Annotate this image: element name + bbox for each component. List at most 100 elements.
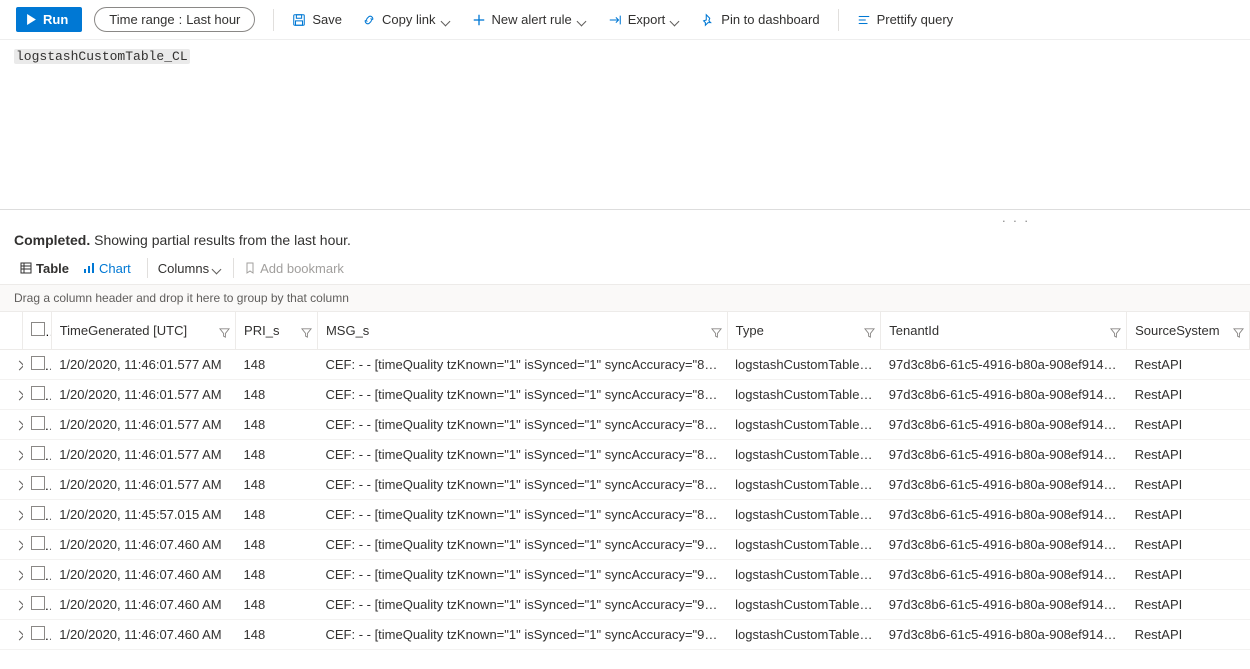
new-alert-rule-button[interactable]: New alert rule	[464, 8, 596, 31]
header-time[interactable]: TimeGenerated [UTC]	[51, 312, 235, 350]
columns-button[interactable]: Columns	[158, 261, 223, 276]
checkbox-cell[interactable]	[23, 620, 52, 650]
export-button[interactable]: Export	[600, 8, 690, 31]
table-row[interactable]: 1/20/2020, 11:46:01.577 AM148CEF: - - [t…	[0, 410, 1250, 440]
time-range-picker[interactable]: Time range : Last hour	[94, 7, 255, 32]
expand-cell[interactable]	[0, 530, 23, 560]
cell-tenant: 97d3c8b6-61c5-4916-b80a-908ef914d134	[881, 560, 1127, 590]
expand-cell[interactable]	[0, 560, 23, 590]
chevron-right-icon	[16, 477, 23, 487]
cell-msg: CEF: - - [timeQuality tzKnown="1" isSync…	[317, 440, 727, 470]
filter-icon[interactable]	[1233, 326, 1243, 336]
table-row[interactable]: 1/20/2020, 11:45:57.015 AM148CEF: - - [t…	[0, 500, 1250, 530]
group-by-dropzone[interactable]: Drag a column header and drop it here to…	[0, 284, 1250, 312]
cell-tenant: 97d3c8b6-61c5-4916-b80a-908ef914d134	[881, 620, 1127, 650]
expand-cell[interactable]	[0, 410, 23, 440]
expand-cell[interactable]	[0, 620, 23, 650]
filter-icon[interactable]	[301, 326, 311, 336]
header-pri[interactable]: PRI_s	[236, 312, 318, 350]
checkbox-cell[interactable]	[23, 560, 52, 590]
cell-pri: 148	[236, 620, 318, 650]
chevron-down-icon	[578, 15, 588, 25]
expand-cell[interactable]	[0, 470, 23, 500]
row-checkbox[interactable]	[31, 626, 45, 640]
cell-time: 1/20/2020, 11:46:07.460 AM	[51, 560, 235, 590]
row-checkbox[interactable]	[31, 416, 45, 430]
play-icon	[26, 14, 37, 25]
cell-tenant: 97d3c8b6-61c5-4916-b80a-908ef914d134	[881, 350, 1127, 380]
cell-time: 1/20/2020, 11:46:01.577 AM	[51, 470, 235, 500]
row-checkbox[interactable]	[31, 356, 45, 370]
cell-type: logstashCustomTable_CL	[727, 440, 881, 470]
header-type[interactable]: Type	[727, 312, 881, 350]
select-all-checkbox[interactable]	[31, 322, 45, 336]
copy-link-button[interactable]: Copy link	[354, 8, 459, 31]
tab-chart[interactable]: Chart	[77, 259, 137, 278]
table-row[interactable]: 1/20/2020, 11:46:07.460 AM148CEF: - - [t…	[0, 560, 1250, 590]
expand-cell[interactable]	[0, 590, 23, 620]
cell-time: 1/20/2020, 11:46:07.460 AM	[51, 620, 235, 650]
table-row[interactable]: 1/20/2020, 11:46:01.577 AM148CEF: - - [t…	[0, 440, 1250, 470]
header-msg[interactable]: MSG_s	[317, 312, 727, 350]
cell-pri: 148	[236, 500, 318, 530]
expand-cell[interactable]	[0, 500, 23, 530]
header-src[interactable]: SourceSystem	[1127, 312, 1250, 350]
chevron-right-icon	[16, 387, 23, 397]
cell-msg: CEF: - - [timeQuality tzKnown="1" isSync…	[317, 350, 727, 380]
checkbox-cell[interactable]	[23, 440, 52, 470]
prettify-label: Prettify query	[877, 12, 954, 27]
cell-pri: 148	[236, 350, 318, 380]
cell-type: logstashCustomTable_CL	[727, 380, 881, 410]
query-editor[interactable]: logstashCustomTable_CL	[0, 40, 1250, 210]
filter-icon[interactable]	[864, 326, 874, 336]
separator	[233, 258, 234, 278]
filter-icon[interactable]	[711, 326, 721, 336]
row-checkbox[interactable]	[31, 566, 45, 580]
separator	[273, 9, 274, 31]
expand-cell[interactable]	[0, 440, 23, 470]
row-checkbox[interactable]	[31, 506, 45, 520]
header-tenant[interactable]: TenantId	[881, 312, 1127, 350]
table-row[interactable]: 1/20/2020, 11:46:07.460 AM148CEF: - - [t…	[0, 530, 1250, 560]
checkbox-cell[interactable]	[23, 350, 52, 380]
cell-tenant: 97d3c8b6-61c5-4916-b80a-908ef914d134	[881, 500, 1127, 530]
row-checkbox[interactable]	[31, 386, 45, 400]
tab-table-label: Table	[36, 261, 69, 276]
cell-msg: CEF: - - [timeQuality tzKnown="1" isSync…	[317, 590, 727, 620]
run-button[interactable]: Run	[16, 7, 82, 32]
status-detail: Showing partial results from the last ho…	[90, 232, 351, 248]
table-row[interactable]: 1/20/2020, 11:46:01.577 AM148CEF: - - [t…	[0, 380, 1250, 410]
prettify-button[interactable]: Prettify query	[849, 8, 962, 31]
checkbox-cell[interactable]	[23, 470, 52, 500]
expand-cell[interactable]	[0, 380, 23, 410]
query-toolbar: Run Time range : Last hour Save Copy lin…	[0, 0, 1250, 40]
cell-type: logstashCustomTable_CL	[727, 470, 881, 500]
cell-src: RestAPI	[1127, 380, 1250, 410]
pin-button[interactable]: Pin to dashboard	[693, 8, 827, 31]
checkbox-cell[interactable]	[23, 380, 52, 410]
row-checkbox[interactable]	[31, 476, 45, 490]
save-button[interactable]: Save	[284, 8, 350, 31]
row-checkbox[interactable]	[31, 536, 45, 550]
table-row[interactable]: 1/20/2020, 11:46:07.460 AM148CEF: - - [t…	[0, 620, 1250, 650]
checkbox-cell[interactable]	[23, 410, 52, 440]
row-checkbox[interactable]	[31, 596, 45, 610]
cell-src: RestAPI	[1127, 530, 1250, 560]
cell-tenant: 97d3c8b6-61c5-4916-b80a-908ef914d134	[881, 590, 1127, 620]
table-row[interactable]: 1/20/2020, 11:46:01.577 AM148CEF: - - [t…	[0, 470, 1250, 500]
pin-label: Pin to dashboard	[721, 12, 819, 27]
table-row[interactable]: 1/20/2020, 11:46:01.577 AM148CEF: - - [t…	[0, 350, 1250, 380]
tab-table[interactable]: Table	[14, 259, 75, 278]
filter-icon[interactable]	[1110, 326, 1120, 336]
table-body: 1/20/2020, 11:46:01.577 AM148CEF: - - [t…	[0, 350, 1250, 650]
header-checkbox[interactable]	[23, 312, 52, 350]
table-row[interactable]: 1/20/2020, 11:46:07.460 AM148CEF: - - [t…	[0, 590, 1250, 620]
splitter-handle[interactable]: . . .	[0, 210, 1250, 224]
filter-icon[interactable]	[219, 326, 229, 336]
row-checkbox[interactable]	[31, 446, 45, 460]
checkbox-cell[interactable]	[23, 590, 52, 620]
chevron-right-icon	[16, 417, 23, 427]
expand-cell[interactable]	[0, 350, 23, 380]
checkbox-cell[interactable]	[23, 500, 52, 530]
checkbox-cell[interactable]	[23, 530, 52, 560]
